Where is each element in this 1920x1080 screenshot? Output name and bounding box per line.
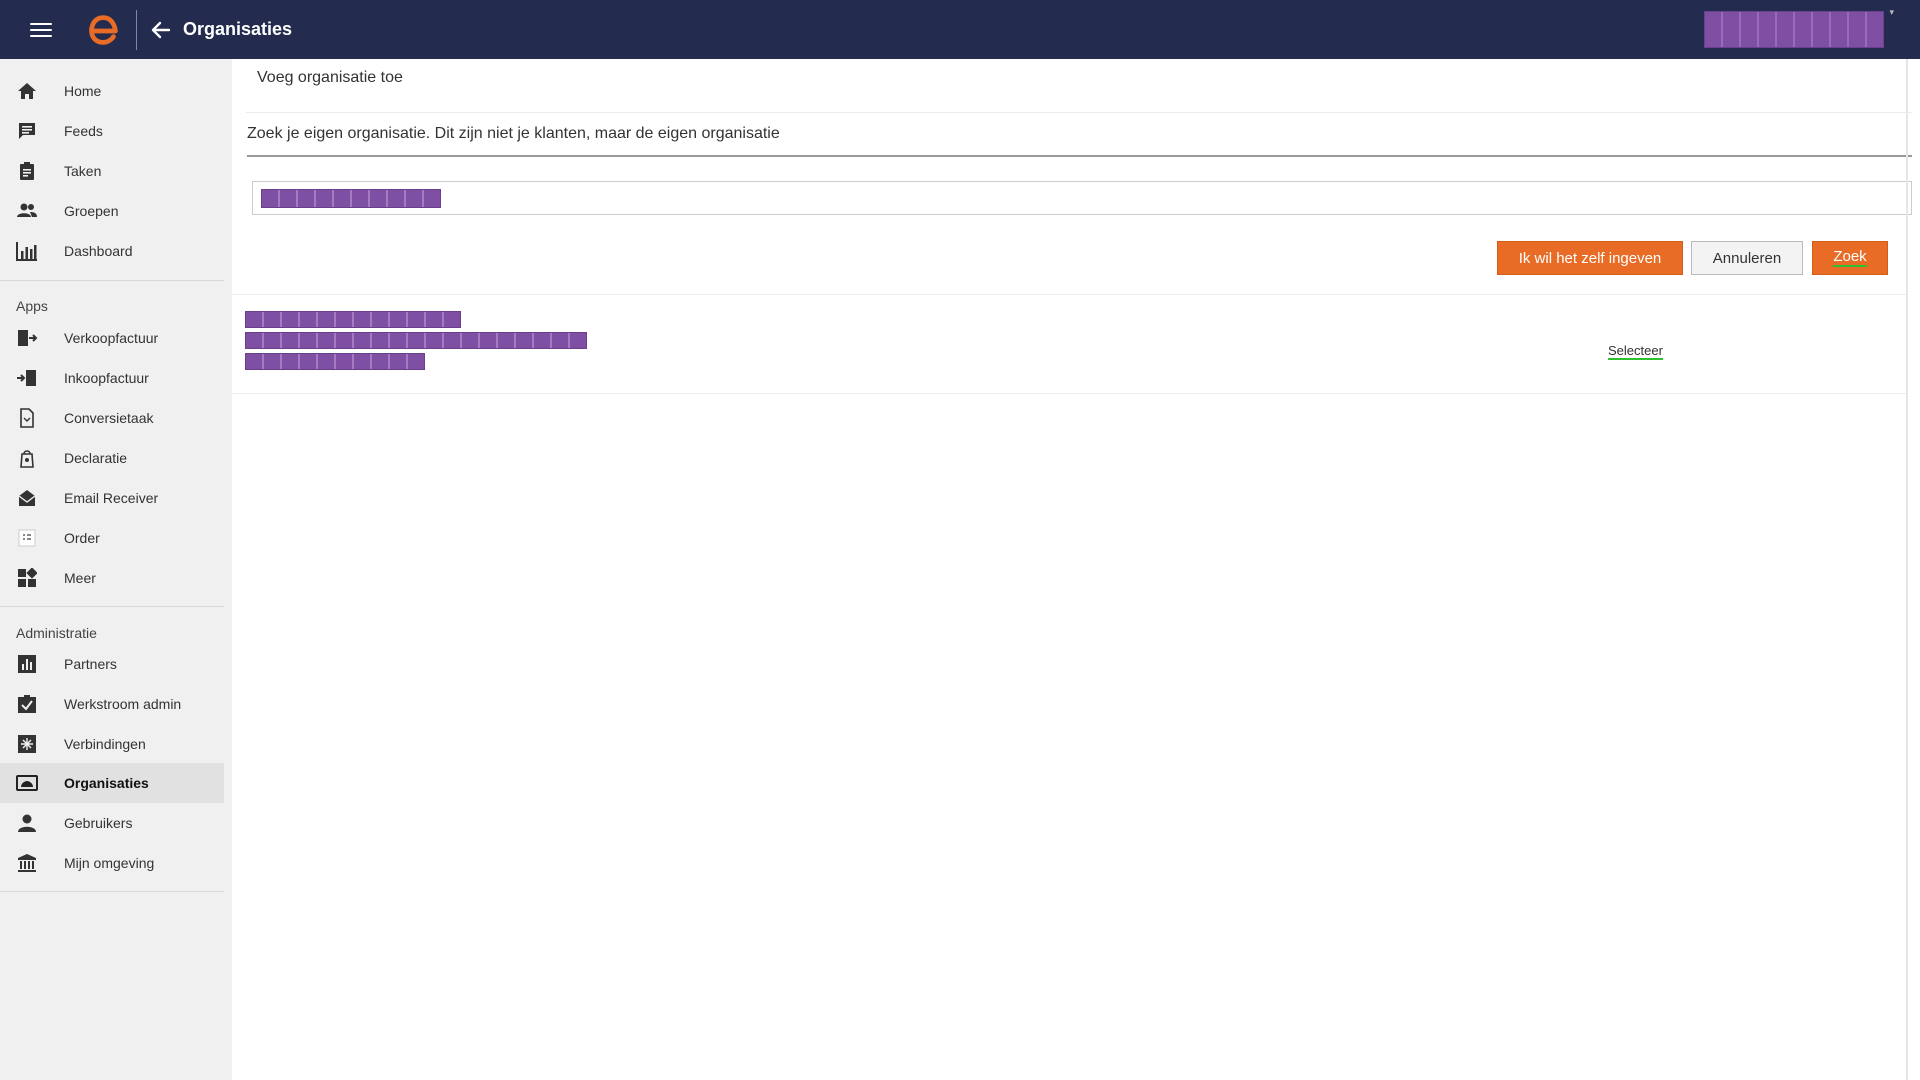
sidebar-item-conversietaak[interactable]: Conversietaak — [0, 398, 224, 438]
sidebar-item-gebruikers[interactable]: Gebruikers — [0, 803, 224, 843]
sidebar-item-mijn-omgeving[interactable]: Mijn omgeving — [0, 843, 224, 883]
divider — [246, 112, 1912, 113]
search-button[interactable]: Zoek — [1812, 241, 1888, 275]
connections-icon — [16, 733, 38, 755]
main-content: Voeg organisatie toe Zoek je eigen organ… — [232, 59, 1912, 1080]
divider — [232, 294, 1908, 295]
sidebar-item-label: Organisaties — [64, 775, 149, 791]
order-icon — [16, 527, 38, 549]
sidebar-item-label: Meer — [64, 570, 96, 586]
chat-icon — [16, 120, 38, 142]
sidebar-item-feeds[interactable]: Feeds — [0, 111, 224, 151]
sidebar: Home Feeds Taken Groepen Dashboard Apps … — [0, 59, 232, 1080]
dialog-title: Voeg organisatie toe — [257, 69, 403, 86]
search-input[interactable] — [252, 181, 1912, 215]
people-icon — [16, 200, 38, 222]
section-heading-apps: Apps — [16, 298, 48, 314]
widgets-icon — [16, 567, 38, 589]
select-link[interactable]: Selecteer — [1608, 343, 1663, 360]
topbar-divider — [136, 9, 137, 50]
clipboard-icon — [16, 160, 38, 182]
intro-text: Zoek je eigen organisatie. Dit zijn niet… — [247, 125, 780, 142]
sidebar-item-verkoopfactuur[interactable]: Verkoopfactuur — [0, 318, 224, 358]
invoice-in-icon — [16, 367, 38, 389]
cancel-button[interactable]: Annuleren — [1691, 241, 1803, 275]
divider — [247, 155, 1912, 157]
sidebar-item-label: Mijn omgeving — [64, 855, 155, 871]
arrow-left-icon[interactable] — [149, 18, 173, 42]
sidebar-divider — [0, 891, 224, 892]
result-item — [245, 311, 587, 374]
cancel-button-label: Annuleren — [1712, 249, 1782, 267]
mail-icon — [16, 487, 38, 509]
user-menu[interactable] — [1704, 11, 1884, 48]
sidebar-divider — [0, 280, 224, 281]
bar-chart-icon — [16, 653, 38, 675]
home-icon — [16, 80, 38, 102]
sidebar-item-order[interactable]: Order — [0, 518, 224, 558]
sidebar-item-groepen[interactable]: Groepen — [0, 191, 224, 231]
redacted-text — [245, 332, 587, 349]
checkbox-icon — [16, 693, 38, 715]
invoice-out-icon — [16, 327, 38, 349]
sidebar-item-label: Conversietaak — [64, 410, 154, 426]
sidebar-item-taken[interactable]: Taken — [0, 151, 224, 191]
sidebar-item-label: Verkoopfactuur — [64, 330, 159, 346]
document-convert-icon — [16, 407, 38, 429]
sidebar-item-label: Groepen — [64, 203, 119, 219]
page-title: Organisaties — [183, 19, 293, 39]
sidebar-item-label: Feeds — [64, 123, 103, 139]
sidebar-divider — [0, 606, 224, 607]
sidebar-item-label: Declaratie — [64, 450, 128, 466]
sidebar-item-label: Dashboard — [64, 243, 133, 259]
sidebar-item-label: Home — [64, 83, 102, 99]
sidebar-item-label: Order — [64, 530, 100, 546]
sidebar-item-label: Partners — [64, 656, 117, 672]
sidebar-item-label: Taken — [64, 163, 102, 179]
manual-entry-button-label: Ik wil het zelf ingeven — [1518, 249, 1662, 267]
app-logo[interactable] — [84, 11, 122, 49]
bank-icon — [16, 852, 38, 874]
sidebar-item-label: Email Receiver — [64, 490, 159, 506]
sidebar-item-partners[interactable]: Partners — [0, 644, 224, 684]
sidebar-item-organisaties[interactable]: Organisaties — [0, 763, 224, 803]
search-button-label: Zoek — [1833, 248, 1867, 267]
top-bar: Organisaties ▾ — [0, 0, 1920, 59]
organisation-icon — [16, 772, 38, 794]
sidebar-item-label: Werkstroom admin — [64, 696, 182, 712]
receipt-icon — [16, 447, 38, 469]
section-heading-administratie: Administratie — [16, 625, 97, 641]
sidebar-item-home[interactable]: Home — [0, 71, 224, 111]
sidebar-item-verbindingen[interactable]: Verbindingen — [0, 724, 224, 764]
sidebar-item-label: Gebruikers — [64, 815, 133, 831]
sidebar-item-label: Inkoopfactuur — [64, 370, 149, 386]
sidebar-item-declaratie[interactable]: Declaratie — [0, 438, 224, 478]
scroll-area-border — [1906, 59, 1908, 1080]
hamburger-menu-icon[interactable] — [30, 20, 56, 40]
sidebar-item-dashboard[interactable]: Dashboard — [0, 231, 224, 271]
divider — [232, 393, 1908, 394]
redacted-text — [245, 311, 461, 328]
sidebar-item-inkoopfactuur[interactable]: Inkoopfactuur — [0, 358, 224, 398]
redacted-text — [261, 188, 441, 208]
chevron-down-icon[interactable]: ▾ — [1889, 7, 1894, 18]
sidebar-item-email-receiver[interactable]: Email Receiver — [0, 478, 224, 518]
sidebar-item-label: Verbindingen — [64, 736, 146, 752]
user-icon — [16, 812, 38, 834]
redacted-text — [245, 353, 425, 370]
manual-entry-button[interactable]: Ik wil het zelf ingeven — [1497, 241, 1683, 275]
sidebar-item-werkstroom-admin[interactable]: Werkstroom admin — [0, 684, 224, 724]
sidebar-item-meer[interactable]: Meer — [0, 558, 224, 598]
chart-icon — [16, 240, 38, 262]
